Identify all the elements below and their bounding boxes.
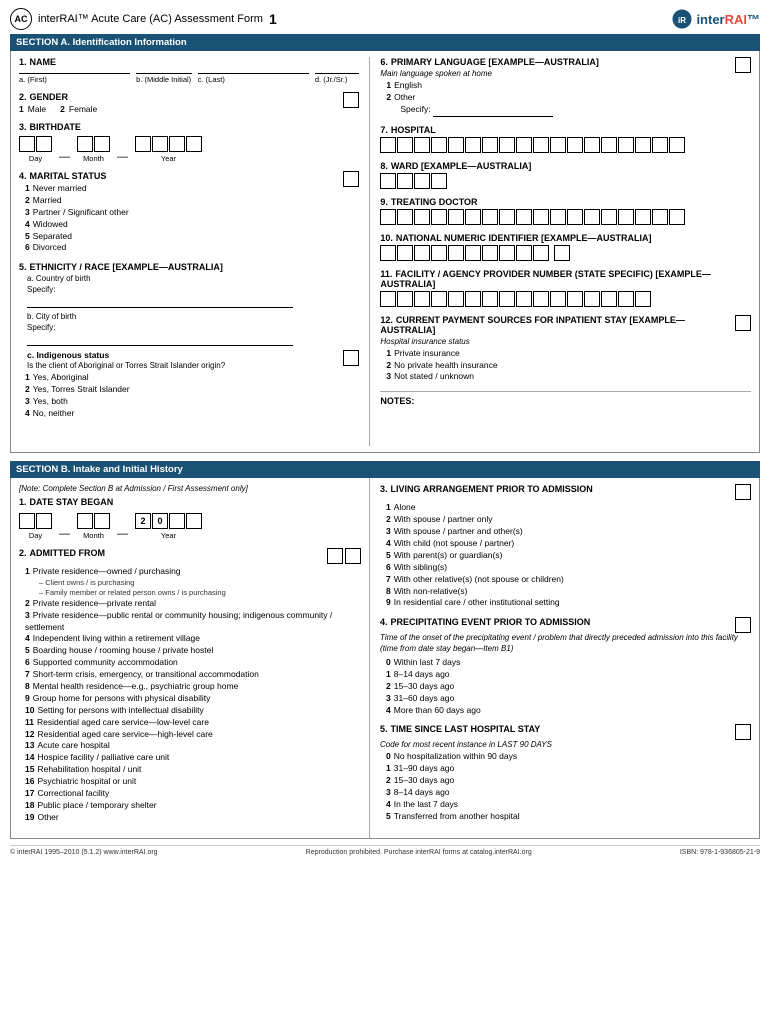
footer-isbn: ISBN: 978-1-936805-21-9 bbox=[680, 849, 760, 856]
stay-year-3[interactable] bbox=[169, 513, 185, 529]
living-options: 1Alone 2With spouse / partner only 3With… bbox=[386, 502, 751, 609]
birthdate-year-4[interactable] bbox=[186, 136, 202, 152]
item-ward: 8.WARD [EXAMPLE—AUSTRALIA] bbox=[380, 161, 751, 189]
item-facility-number: 11.FACILITY / AGENCY PROVIDER NUMBER (ST… bbox=[380, 269, 751, 307]
hospital-boxes bbox=[380, 137, 751, 153]
footer-copyright: © interRAI 1995–2010 (5.1.2) www.interRA… bbox=[10, 849, 158, 856]
page-footer: © interRAI 1995–2010 (5.1.2) www.interRA… bbox=[10, 845, 760, 856]
item-hospital: 7.HOSPITAL bbox=[380, 125, 751, 153]
section-b-body: [Note: Complete Section B at Admission /… bbox=[10, 478, 760, 838]
footer-middle: Reproduction prohibited. Purchase interR… bbox=[306, 849, 532, 856]
country-specify[interactable] bbox=[27, 296, 293, 308]
birthdate-month-2[interactable] bbox=[94, 136, 110, 152]
stay-day-2[interactable] bbox=[36, 513, 52, 529]
section-a-left: 1.NAME a. (First) b. (Middle Initial) c.… bbox=[19, 57, 370, 446]
birthdate-year-2[interactable] bbox=[152, 136, 168, 152]
admitted-options: 1Private residence—owned / purchasing – … bbox=[25, 566, 361, 823]
item-date-stay: 1.DATE STAY BEGAN Day — bbox=[19, 497, 361, 540]
item-birthdate: 3.BIRTHDATE Day — bbox=[19, 122, 359, 163]
ward-boxes bbox=[380, 173, 751, 189]
section-a-header: SECTION A. Identification Information bbox=[10, 34, 760, 51]
last-name-field: c. (Last) bbox=[198, 73, 309, 84]
birthdate-day-2[interactable] bbox=[36, 136, 52, 152]
city-specify[interactable] bbox=[27, 334, 293, 346]
section-b-left: [Note: Complete Section B at Admission /… bbox=[11, 478, 370, 837]
notes-area: NOTES: bbox=[380, 391, 751, 446]
ac-badge: AC bbox=[10, 8, 32, 30]
language-options: 1English 2Other Specify: bbox=[386, 80, 599, 117]
first-name-field: a. (First) bbox=[19, 73, 130, 84]
precipitating-options: 0Within last 7 days 18–14 days ago 215–3… bbox=[386, 657, 751, 716]
item-payment: 12.CURRENT PAYMENT SOURCES FOR INPATIENT… bbox=[380, 315, 751, 384]
gender-options: 1 Male 2 Female bbox=[19, 104, 97, 114]
suffix-field: d. (Jr./Sr.) bbox=[315, 73, 359, 84]
item-language: 6.PRIMARY LANGUAGE [EXAMPLE—AUSTRALIA] M… bbox=[380, 57, 751, 117]
indigenous-checkbox[interactable] bbox=[343, 350, 359, 366]
admitted-checkbox-1[interactable] bbox=[327, 548, 343, 564]
svg-text:iR: iR bbox=[678, 16, 686, 25]
item-time-hospital: 5.TIME SINCE LAST HOSPITAL STAY Code for… bbox=[380, 724, 751, 822]
interrai-brand: interRAI™ bbox=[696, 12, 760, 27]
stay-year-pre-1: 2 bbox=[135, 513, 151, 529]
notes-content bbox=[380, 406, 751, 446]
stay-year-pre-2: 0 bbox=[152, 513, 168, 529]
section-b-right: 3.LIVING ARRANGEMENT PRIOR TO ADMISSION … bbox=[370, 478, 759, 837]
item-name: 1.NAME a. (First) b. (Middle Initial) c.… bbox=[19, 57, 359, 84]
date-stay-row: Day — Month — 2 bbox=[19, 511, 361, 540]
stay-month-2[interactable] bbox=[94, 513, 110, 529]
section-a-body: 1.NAME a. (First) b. (Middle Initial) c.… bbox=[10, 51, 760, 453]
interrai-logo-icon: iR bbox=[672, 9, 692, 29]
living-checkbox[interactable] bbox=[735, 484, 751, 500]
doctor-boxes bbox=[380, 209, 751, 225]
time-hospital-checkbox[interactable] bbox=[735, 724, 751, 740]
national-id-boxes bbox=[380, 245, 751, 261]
item-gender: 2.GENDER 1 Male 2 Female bbox=[19, 92, 359, 114]
birthdate-row: Day — Month — bbox=[19, 134, 359, 163]
time-hospital-options: 0No hospitalization within 90 days 131–9… bbox=[386, 751, 751, 822]
item-national-id: 10.NATIONAL NUMERIC IDENTIFIER [EXAMPLE—… bbox=[380, 233, 751, 261]
admitted-checkboxes bbox=[327, 548, 361, 564]
marital-options: 1Never married 2Married 3Partner / Signi… bbox=[25, 183, 129, 254]
item-treating-doctor: 9.TREATING DOCTOR bbox=[380, 197, 751, 225]
section-b-header: SECTION B. Intake and Initial History bbox=[10, 461, 760, 478]
item-marital: 4.MARITAL STATUS 1Never married 2Married… bbox=[19, 171, 359, 254]
precipitating-checkbox[interactable] bbox=[735, 617, 751, 633]
header-title: interRAI™ Acute Care (AC) Assessment For… bbox=[38, 13, 263, 25]
birthdate-year-3[interactable] bbox=[169, 136, 185, 152]
item-admitted-from: 2.ADMITTED FROM 1Private residence—owned… bbox=[19, 548, 361, 823]
page-number: 1 bbox=[269, 11, 277, 27]
gender-checkbox[interactable] bbox=[343, 92, 359, 108]
item-ethnicity: 5.ETHNICITY / RACE [EXAMPLE—AUSTRALIA] a… bbox=[19, 262, 359, 420]
stay-day-1[interactable] bbox=[19, 513, 35, 529]
page-header: AC interRAI™ Acute Care (AC) Assessment … bbox=[10, 8, 760, 30]
middle-initial-field: b. (Middle Initial) bbox=[136, 73, 192, 84]
section-b: SECTION B. Intake and Initial History [N… bbox=[10, 461, 760, 838]
stay-month-1[interactable] bbox=[77, 513, 93, 529]
payment-options: 1Private insurance 2No private health in… bbox=[386, 348, 735, 384]
name-row: a. (First) b. (Middle Initial) c. (Last)… bbox=[19, 73, 359, 84]
facility-boxes bbox=[380, 291, 751, 307]
birthdate-year-1[interactable] bbox=[135, 136, 151, 152]
section-a-right: 6.PRIMARY LANGUAGE [EXAMPLE—AUSTRALIA] M… bbox=[370, 57, 751, 446]
birthdate-month-1[interactable] bbox=[77, 136, 93, 152]
admitted-checkbox-2[interactable] bbox=[345, 548, 361, 564]
payment-checkbox[interactable] bbox=[735, 315, 751, 331]
language-checkbox[interactable] bbox=[735, 57, 751, 73]
birthdate-day-1[interactable] bbox=[19, 136, 35, 152]
marital-checkbox[interactable] bbox=[343, 171, 359, 187]
stay-year-4[interactable] bbox=[186, 513, 202, 529]
item-living-arrangement: 3.LIVING ARRANGEMENT PRIOR TO ADMISSION … bbox=[380, 484, 751, 609]
indigenous-options: 1Yes, Aboriginal 2Yes, Torres Strait Isl… bbox=[25, 372, 225, 420]
section-b-note: [Note: Complete Section B at Admission /… bbox=[19, 484, 361, 493]
item-precipitating: 4.PRECIPITATING EVENT PRIOR TO ADMISSION… bbox=[380, 617, 751, 716]
